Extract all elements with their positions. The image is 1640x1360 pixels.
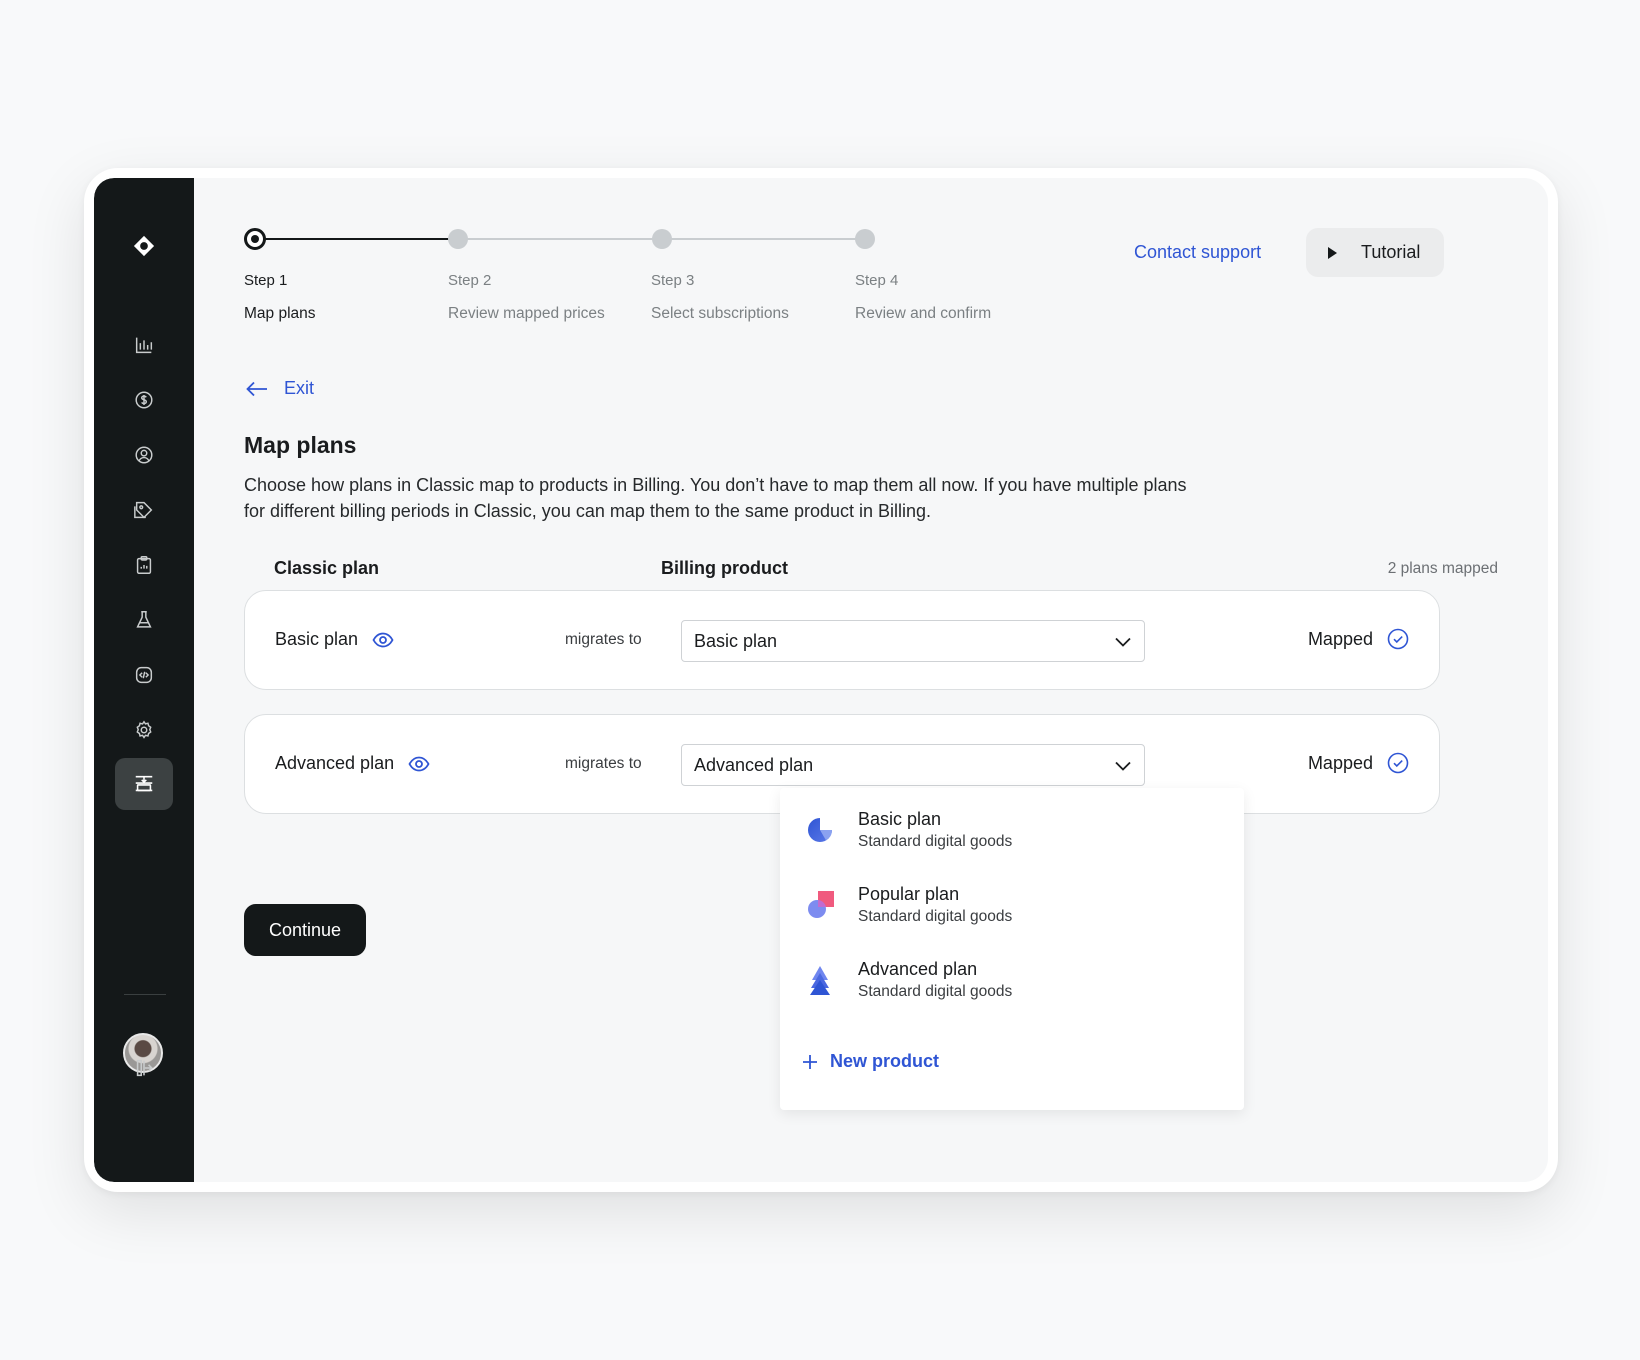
products-tag-icon[interactable]	[115, 484, 173, 536]
new-product-button[interactable]: New product	[802, 1051, 939, 1072]
option-name: Popular plan	[858, 884, 960, 904]
main-content: Step 1 Map plans Step 2 Review mapped pr…	[194, 178, 1548, 1182]
continue-button[interactable]: Continue	[244, 904, 366, 956]
select-value: Advanced plan	[694, 754, 814, 775]
billing-product-select[interactable]: Basic plan	[681, 620, 1145, 662]
mapping-row: Basic plan migrates to Basic plan Mapped	[244, 590, 1440, 690]
dropdown-option[interactable]: Popular plan Standard digital goods	[804, 883, 1012, 926]
sidebar-divider	[124, 994, 166, 995]
exit-link[interactable]: Exit	[246, 378, 314, 399]
option-subtitle: Standard digital goods	[858, 983, 1013, 1000]
select-value: Basic plan	[694, 630, 778, 651]
chevron-down-icon	[1115, 761, 1131, 771]
exit-label: Exit	[284, 378, 315, 398]
classic-plan-label: Basic plan	[275, 629, 359, 649]
step-3-label: Select subscriptions	[651, 305, 789, 322]
step-4-dot	[855, 229, 875, 249]
option-subtitle: Standard digital goods	[858, 833, 1013, 850]
play-icon	[1328, 246, 1337, 259]
payments-icon[interactable]	[115, 374, 173, 426]
sidebar	[94, 178, 194, 1182]
eye-icon[interactable]	[408, 756, 430, 772]
step-4-number: Step 4	[855, 272, 899, 289]
classic-plan-label: Advanced plan	[275, 753, 395, 773]
status-label: Mapped	[1307, 628, 1373, 649]
option-subtitle: Standard digital goods	[858, 908, 1013, 925]
tutorial-button[interactable]: Tutorial	[1306, 228, 1444, 277]
pie-icon	[808, 818, 832, 842]
lab-flask-icon[interactable]	[115, 594, 173, 646]
eye-icon[interactable]	[372, 632, 394, 648]
page-description: Choose how plans in Classic map to produ…	[244, 475, 1187, 521]
check-circle-icon	[1387, 628, 1409, 650]
migrates-to-label: migrates to	[565, 755, 642, 772]
status-label: Mapped	[1307, 752, 1373, 773]
step-connector-complete	[254, 238, 458, 240]
dropdown-option[interactable]: Basic plan Standard digital goods	[804, 808, 1012, 851]
new-product-label: New product	[830, 1051, 940, 1071]
check-circle-icon	[1387, 752, 1409, 774]
dropdown-option[interactable]: Advanced plan Standard digital goods	[804, 958, 1012, 1001]
billing-product-select[interactable]: Advanced plan	[681, 744, 1145, 786]
arrow-left-icon	[246, 381, 267, 396]
stepper: Step 1 Map plans Step 2 Review mapped pr…	[244, 228, 991, 338]
settings-gear-icon[interactable]	[115, 704, 173, 756]
developers-code-icon[interactable]	[115, 649, 173, 701]
mapped-count: 2 plans mapped	[1387, 560, 1498, 577]
product-dropdown-menu: Basic plan Standard digital goods Popula…	[780, 788, 1244, 1110]
shapes-icon	[808, 891, 834, 918]
option-name: Advanced plan	[858, 959, 978, 979]
logo-icon[interactable]	[115, 220, 173, 272]
tutorial-label: Tutorial	[1361, 242, 1421, 262]
contact-support-link[interactable]: Contact support	[1134, 242, 1261, 263]
collapse-sidebar-icon[interactable]	[115, 1042, 173, 1094]
step-3-dot	[652, 229, 672, 249]
step-3-number: Step 3	[651, 272, 695, 289]
migration-icon[interactable]	[115, 758, 173, 810]
pyramid-icon	[810, 966, 830, 995]
reports-clipboard-icon[interactable]	[115, 539, 173, 591]
step-1-dot	[244, 228, 266, 250]
column-header-classic-plan: Classic plan	[274, 558, 380, 578]
page-title: Map plans	[244, 432, 357, 458]
chevron-down-icon	[1115, 637, 1131, 647]
step-2-number: Step 2	[448, 272, 492, 289]
step-1-number: Step 1	[244, 272, 288, 289]
customers-icon[interactable]	[115, 429, 173, 481]
classic-plan-name: Advanced plan	[275, 753, 430, 774]
step-1-label: Map plans	[244, 305, 316, 322]
app-window: Step 1 Map plans Step 2 Review mapped pr…	[94, 178, 1548, 1182]
option-name: Basic plan	[858, 809, 942, 829]
step-2-dot	[448, 229, 468, 249]
step-2-label: Review mapped prices	[448, 305, 605, 322]
status-badge: Mapped	[1308, 628, 1409, 650]
status-badge: Mapped	[1308, 752, 1409, 774]
analytics-icon[interactable]	[115, 319, 173, 371]
column-header-billing-product: Billing product	[661, 558, 788, 578]
plus-icon	[803, 1054, 817, 1069]
step-4-label: Review and confirm	[855, 305, 992, 322]
classic-plan-name: Basic plan	[275, 629, 394, 650]
migrates-to-label: migrates to	[565, 631, 642, 648]
